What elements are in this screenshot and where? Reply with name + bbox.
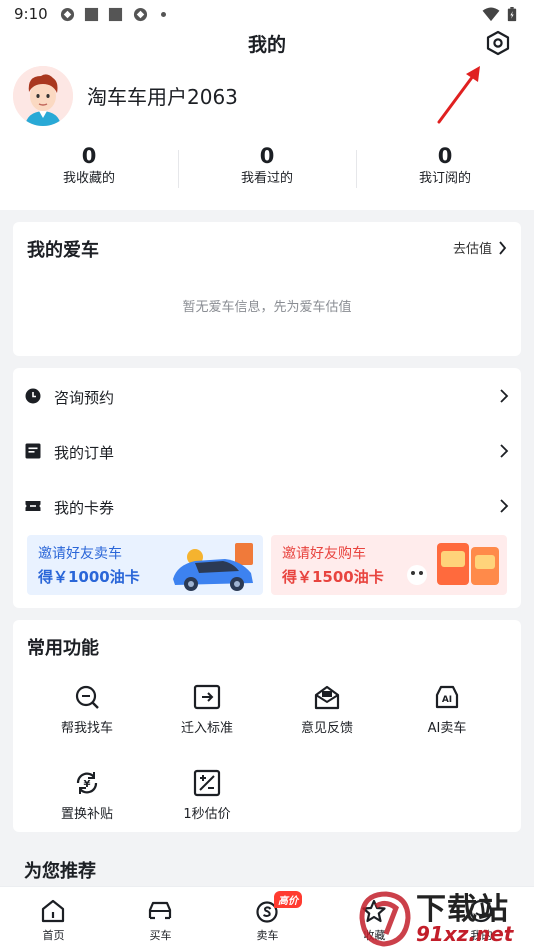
avatar[interactable] — [13, 66, 73, 126]
my-car-card: 我的爱车 去估值 暂无爱车信息，先为爱车估值 — [13, 222, 521, 356]
stat-value: 0 — [437, 144, 453, 168]
settings-button[interactable] — [483, 28, 513, 58]
home-icon — [41, 899, 65, 923]
menu-item-consult[interactable]: 咨询预约 — [13, 376, 521, 416]
tab-label: 首页 — [42, 929, 65, 942]
func-feedback[interactable]: 意见反馈 — [272, 683, 382, 743]
settings-hexagon-icon — [486, 30, 510, 56]
chevron-right-icon — [500, 389, 509, 403]
wifi-icon — [482, 7, 500, 22]
func-label: 帮我找车 — [60, 721, 113, 736]
stats-row: 0 我收藏的 0 我看过的 0 我订阅的 — [0, 142, 534, 192]
car-illustration-icon — [173, 543, 253, 591]
tab-home[interactable]: 首页 — [0, 887, 107, 950]
tab-buy[interactable]: 买车 — [107, 887, 214, 950]
ticket-icon — [25, 501, 41, 511]
watermark-logo-icon — [359, 891, 411, 947]
stat-viewed[interactable]: 0 我看过的 — [178, 142, 356, 192]
sell-price-badge: 高价 — [274, 891, 302, 908]
banner-line1: 邀请好友卖车 — [38, 546, 122, 562]
my-car-title: 我的爱车 — [27, 240, 99, 261]
notification-square-icon — [84, 7, 99, 22]
banner-line2: 得￥1000油卡 — [38, 568, 140, 586]
func-label: 置换补贴 — [60, 807, 113, 822]
user-avatar-icon — [13, 66, 73, 126]
car-icon — [148, 901, 172, 920]
stat-label: 我收藏的 — [62, 171, 115, 186]
site-watermark: 下载站 91xz.net — [356, 884, 534, 950]
status-bar: 9:10 — [0, 0, 534, 28]
annotation-arrow-icon — [437, 66, 480, 124]
functions-title: 常用功能 — [27, 638, 99, 659]
menu-item-label: 我的订单 — [54, 444, 115, 462]
menu-item-label: 咨询预约 — [54, 389, 115, 407]
common-functions-card: 常用功能 帮我找车 迁入标准 意见反馈 AI AI卖车 ¥ 置换补贴 1秒估价 — [13, 620, 521, 832]
notification-square-icon — [108, 7, 123, 22]
func-ai-sell[interactable]: AI AI卖车 — [392, 683, 502, 743]
func-exchange-subsidy[interactable]: ¥ 置换补贴 — [32, 769, 142, 829]
tab-label: 卖车 — [256, 929, 279, 942]
svg-text:AI: AI — [442, 695, 452, 705]
feedback-icon — [314, 685, 340, 710]
invite-buy-banner[interactable]: 邀请好友购车 得￥1500油卡 — [271, 535, 507, 595]
menu-item-coupons[interactable]: 我的卡券 — [13, 486, 521, 526]
stat-subscribed[interactable]: 0 我订阅的 — [356, 142, 534, 192]
username[interactable]: 淘车车用户2063 — [87, 81, 238, 110]
ai-sell-icon: AI — [435, 685, 459, 709]
menu-item-orders[interactable]: 我的订单 — [13, 431, 521, 471]
func-transfer-standard[interactable]: 迁入标准 — [152, 683, 262, 743]
banner-line2: 得￥1500油卡 — [282, 568, 384, 586]
page-title: 我的 — [247, 34, 286, 56]
battery-icon — [507, 7, 517, 22]
estimate-link[interactable]: 去估值 — [453, 238, 507, 257]
red-envelope-illustration-icon — [407, 543, 499, 585]
svg-text:¥: ¥ — [84, 779, 91, 790]
func-quick-estimate[interactable]: 1秒估价 — [152, 769, 262, 829]
chevron-right-icon — [500, 444, 509, 458]
estimate-link-label: 去估值 — [452, 242, 492, 257]
my-car-empty-hint: 暂无爱车信息，先为爱车估值 — [182, 300, 352, 315]
notification-app-icon — [133, 7, 148, 22]
func-label: 1秒估价 — [183, 807, 231, 822]
func-label: 意见反馈 — [300, 721, 353, 736]
stat-label: 我订阅的 — [418, 171, 471, 186]
func-label: AI卖车 — [427, 721, 467, 736]
notification-app-icon — [60, 7, 75, 22]
quick-estimate-icon — [193, 769, 221, 797]
recommend-title: 为您推荐 — [24, 861, 96, 882]
stat-value: 0 — [259, 144, 275, 168]
func-find-car[interactable]: 帮我找车 — [32, 683, 142, 743]
order-icon — [25, 443, 41, 459]
func-label: 迁入标准 — [180, 721, 233, 736]
stat-favorites[interactable]: 0 我收藏的 — [0, 142, 178, 192]
chevron-right-icon — [499, 240, 507, 255]
tab-sell[interactable]: 高价 卖车 — [214, 887, 321, 950]
status-time: 9:10 — [14, 5, 48, 23]
chevron-right-icon — [500, 499, 509, 513]
notification-more-dot — [161, 12, 166, 17]
stat-value: 0 — [81, 144, 97, 168]
stat-label: 我看过的 — [240, 171, 293, 186]
transfer-icon — [193, 684, 221, 710]
find-car-icon — [75, 685, 99, 709]
tab-label: 买车 — [149, 929, 172, 942]
exchange-subsidy-icon: ¥ — [76, 772, 98, 794]
banner-line1: 邀请好友购车 — [282, 546, 366, 562]
menu-item-label: 我的卡券 — [54, 499, 115, 517]
menu-card: 咨询预约 我的订单 我的卡券 邀请好友卖车 得￥1000油卡 邀请好友购车 得￥… — [13, 368, 521, 608]
invite-sell-banner[interactable]: 邀请好友卖车 得￥1000油卡 — [27, 535, 263, 595]
watermark-url: 91xz.net — [416, 922, 514, 946]
clock-icon — [25, 388, 41, 404]
